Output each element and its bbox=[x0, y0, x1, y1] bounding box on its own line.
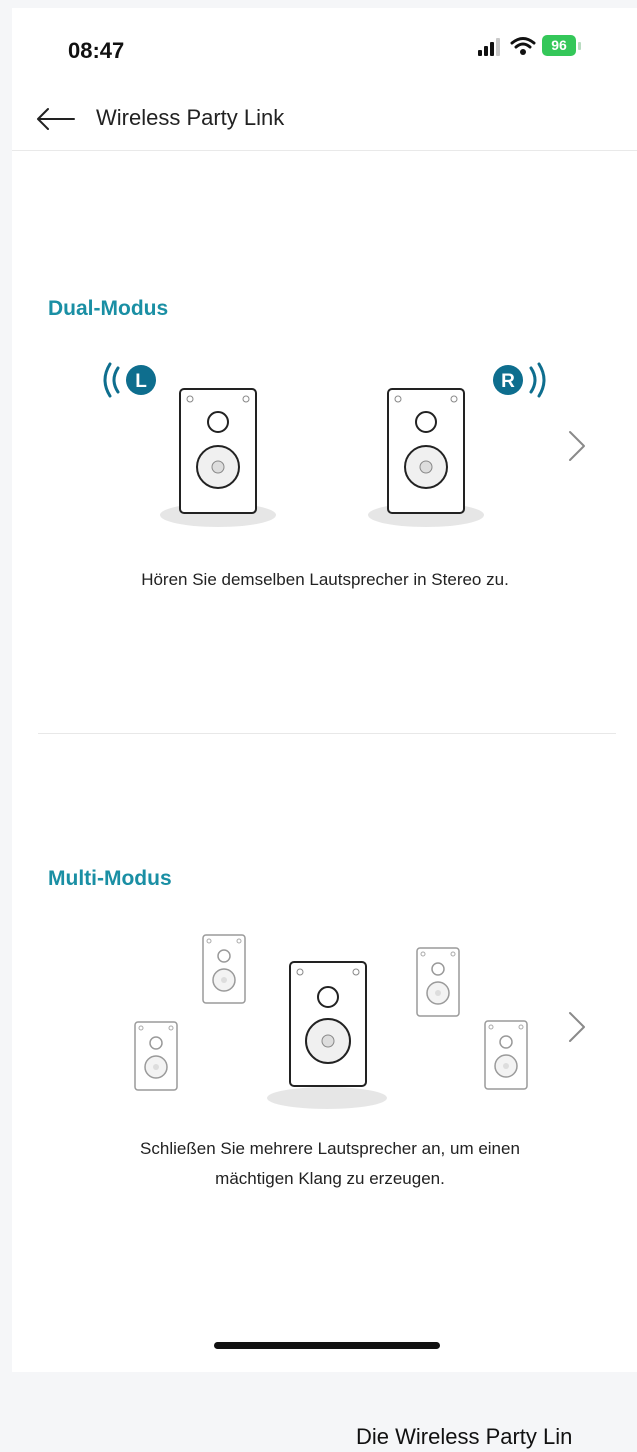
speaker-main-icon bbox=[267, 961, 387, 1109]
multi-mode-chevron-right-icon[interactable] bbox=[566, 1009, 588, 1045]
battery-cap bbox=[578, 42, 581, 50]
status-time: 08:47 bbox=[68, 38, 125, 63]
back-button[interactable] bbox=[34, 104, 78, 134]
left-badge-label: L bbox=[135, 371, 147, 392]
home-indicator[interactable] bbox=[214, 1342, 440, 1349]
speaker-small-3-icon bbox=[416, 947, 460, 1017]
multi-mode-description-line2: mächtigen Klang zu erzeugen. bbox=[215, 1169, 445, 1188]
multi-speakers-icon bbox=[134, 934, 528, 1109]
signal-icon bbox=[478, 38, 500, 56]
multi-mode-title: Multi-Modus bbox=[48, 867, 172, 890]
dual-mode-title: Dual-Modus bbox=[48, 297, 169, 320]
right-badge-label: R bbox=[501, 371, 515, 392]
speaker-small-2-icon bbox=[134, 1021, 178, 1091]
left-badge-waves-icon: L bbox=[103, 362, 156, 398]
battery-charging-icon: 96 bbox=[542, 35, 576, 56]
dual-mode-description: Hören Sie demselben Lautsprecher in Ster… bbox=[141, 570, 509, 589]
nav-header: Wireless Party Link bbox=[12, 88, 637, 151]
speaker-small-4-icon bbox=[484, 1020, 528, 1090]
section-divider bbox=[38, 733, 616, 734]
multi-mode-description-line1: Schließen Sie mehrere Lautsprecher an, u… bbox=[140, 1139, 520, 1158]
wifi-icon bbox=[510, 37, 536, 55]
speaker-small-1-icon bbox=[202, 934, 246, 1004]
speaker-left-icon bbox=[160, 388, 276, 527]
multi-mode-description: Schließen Sie mehrere Lautsprecher an, u… bbox=[40, 1134, 620, 1194]
dual-mode-chevron-right-icon[interactable] bbox=[566, 428, 588, 464]
dual-mode-card[interactable] bbox=[12, 280, 637, 610]
footer-text: Die Wireless Party Lin bbox=[356, 1424, 573, 1449]
right-badge-waves-icon: R bbox=[493, 362, 546, 398]
page-title: Wireless Party Link bbox=[96, 105, 285, 130]
back-arrow-icon bbox=[37, 108, 75, 130]
status-icons: 96 bbox=[472, 34, 602, 62]
